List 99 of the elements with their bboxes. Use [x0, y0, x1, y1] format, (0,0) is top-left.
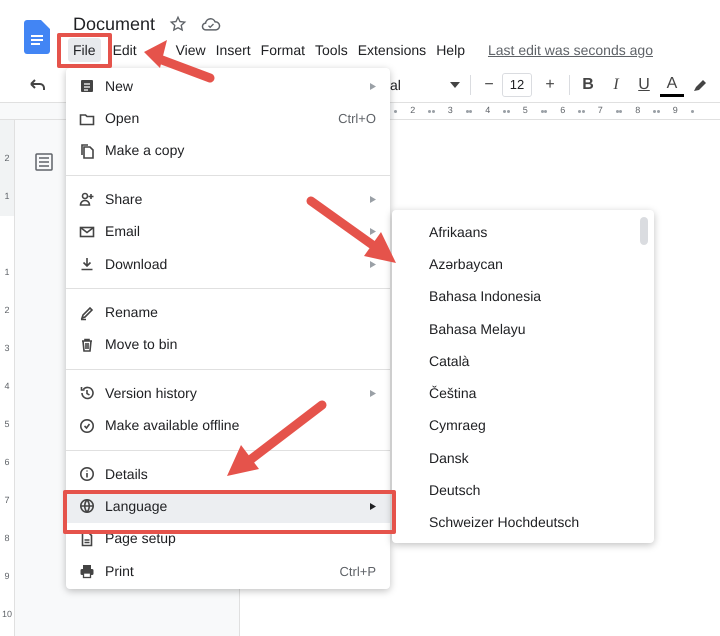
- italic-button[interactable]: I: [604, 73, 628, 97]
- cloud-icon[interactable]: [201, 15, 222, 33]
- color-button[interactable]: A: [660, 73, 684, 97]
- menu-item[interactable]: Make available offline: [66, 410, 390, 442]
- star-icon[interactable]: [169, 15, 188, 33]
- menu-item[interactable]: Format: [256, 38, 310, 62]
- ruler-number: 6: [560, 104, 566, 118]
- pencil-icon: [79, 304, 95, 321]
- download-icon: [79, 256, 95, 272]
- ruler-number: 7: [3, 494, 10, 508]
- ruler-number: 1: [3, 266, 10, 280]
- annotation-arrow: [144, 40, 214, 82]
- menu-item[interactable]: Čeština: [392, 377, 654, 410]
- scrollbar-thumb[interactable]: [640, 217, 648, 245]
- menu-item[interactable]: Afrikaans: [392, 216, 654, 248]
- menu-item[interactable]: Open Ctrl+O: [66, 102, 390, 135]
- shortcut-label: Ctrl+P: [340, 562, 376, 581]
- menu-item-label: Email: [105, 222, 142, 242]
- envelope-icon: [79, 224, 95, 240]
- underline-button[interactable]: U: [632, 73, 656, 97]
- menu-item[interactable]: Download: [66, 248, 390, 280]
- outline-icon[interactable]: [35, 153, 53, 171]
- menu-item-label: Make a copy: [105, 141, 186, 160]
- ruler-number: 3: [448, 104, 453, 118]
- ruler-number: 2: [410, 104, 416, 118]
- menu-item[interactable]: Page setup: [66, 522, 390, 556]
- ruler-number: 3: [3, 342, 10, 356]
- dropdown-caret-icon[interactable]: [450, 82, 460, 88]
- highlighter-icon[interactable]: [692, 77, 708, 93]
- menu-item[interactable]: Extensions: [352, 38, 432, 62]
- decrease-size-button[interactable]: −: [476, 73, 502, 97]
- increase-size-button[interactable]: +: [537, 73, 563, 97]
- shortcut-label: Ctrl+O: [338, 110, 376, 128]
- undo-icon[interactable]: [29, 79, 46, 91]
- menu-item[interactable]: Edit: [100, 38, 171, 62]
- menu-item[interactable]: Bahasa Melayu: [392, 312, 654, 346]
- menu-item[interactable]: Version history: [66, 377, 390, 410]
- menu-item[interactable]: Dansk: [392, 442, 654, 474]
- add-person-icon: [79, 191, 95, 208]
- history-icon: [79, 385, 95, 402]
- ruler-number: 2: [3, 304, 10, 318]
- menu-item-label: Rename: [105, 303, 159, 322]
- menu-item[interactable]: Català: [392, 345, 654, 378]
- menu-item[interactable]: Help: [431, 38, 470, 62]
- ruler-number: 5: [3, 418, 10, 432]
- printer-icon: [79, 563, 95, 580]
- menu-item-label: Print: [105, 562, 135, 581]
- document-icon: [79, 78, 95, 94]
- menu-item-label: Language: [105, 496, 168, 516]
- ruler-number: 8: [635, 104, 640, 118]
- menu-item-label: New: [105, 76, 134, 96]
- menu-item-label: Page setup: [105, 529, 177, 548]
- menu-item-label: Share: [105, 190, 144, 209]
- ruler-number: 9: [672, 104, 678, 118]
- menu-item[interactable]: New: [66, 70, 390, 102]
- menu-item-label: Version history: [105, 384, 198, 403]
- font-name[interactable]: al: [390, 74, 450, 96]
- copy-icon: [79, 142, 95, 159]
- ruler-number: 1: [3, 190, 10, 204]
- menu-item[interactable]: View: [170, 38, 211, 62]
- menu-item[interactable]: Schweizer Hochdeutsch: [392, 506, 654, 539]
- menu-item[interactable]: Details: [66, 458, 390, 490]
- menu-item-label: Download: [105, 254, 168, 274]
- ruler-number: 6: [3, 456, 10, 470]
- menu-item[interactable]: Insert: [210, 38, 256, 62]
- font-size-field[interactable]: 12: [502, 73, 532, 97]
- menu-item[interactable]: Move to bin: [66, 328, 390, 362]
- menu-item-label: Make available offline: [105, 416, 240, 436]
- ruler-number: 10: [0, 608, 13, 622]
- info-icon: [79, 466, 95, 482]
- menu-item[interactable]: Azərbaycan: [392, 248, 654, 281]
- menu-item-label: Details: [105, 464, 149, 484]
- ruler-number: 7: [598, 104, 603, 118]
- docs-logo-icon[interactable]: [24, 20, 50, 54]
- menu-item[interactable]: Email: [66, 216, 390, 248]
- menu-item[interactable]: Print Ctrl+P: [66, 555, 390, 588]
- bold-button[interactable]: B: [576, 73, 600, 97]
- menu-item[interactable]: Tools: [310, 38, 353, 62]
- menu-item[interactable]: Share: [66, 183, 390, 216]
- ruler-number: 4: [485, 104, 490, 118]
- menu-item[interactable]: Make a copy: [66, 134, 390, 168]
- last-edit-link[interactable]: Last edit was seconds ago: [488, 40, 653, 60]
- ruler-number: 2: [3, 152, 10, 166]
- menu-item[interactable]: Deutsch: [392, 474, 654, 507]
- menu-item[interactable]: File: [68, 38, 101, 62]
- highlight-frame: [57, 33, 112, 68]
- menu-item[interactable]: Bahasa Indonesia: [392, 280, 654, 313]
- trash-icon: [79, 336, 95, 353]
- menu-item[interactable]: Cymraeg: [392, 410, 654, 442]
- menu-item-label: Open: [105, 109, 140, 128]
- document-title[interactable]: Document: [73, 10, 156, 38]
- ruler-number: 9: [3, 570, 10, 584]
- menu-item-label: Move to bin: [105, 335, 178, 354]
- menu-item[interactable]: Rename: [66, 296, 390, 329]
- ruler-number: 4: [3, 380, 10, 394]
- globe-icon: [79, 498, 95, 514]
- check-circle-icon: [79, 418, 95, 434]
- ruler-number: 5: [522, 104, 528, 118]
- ruler-number: 8: [3, 532, 10, 546]
